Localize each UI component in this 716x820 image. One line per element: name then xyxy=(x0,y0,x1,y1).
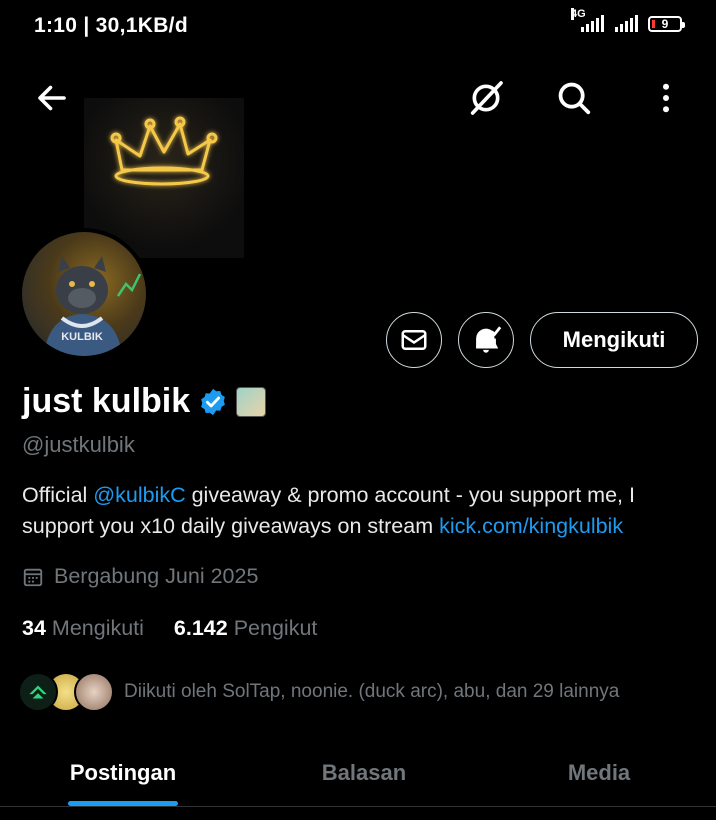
tab-label: Media xyxy=(567,760,631,785)
profile-tabs: Postingan Balasan Media xyxy=(0,740,716,806)
network-type-label: 4G xyxy=(571,8,586,20)
joined-text: Bergabung Juni 2025 xyxy=(54,564,259,588)
joined-date: Bergabung Juni 2025 xyxy=(22,564,258,589)
battery-level: 9 xyxy=(661,17,669,31)
avatar[interactable]: KULBIK xyxy=(18,228,150,360)
arrow-left-icon xyxy=(38,85,66,111)
bell-check-icon xyxy=(476,326,502,353)
bio-mention-link[interactable]: @kulbikC xyxy=(93,483,185,507)
avatar-image: KULBIK xyxy=(44,256,142,356)
mute-button[interactable] xyxy=(466,78,506,118)
notify-button[interactable] xyxy=(458,312,514,368)
tab-label: Postingan xyxy=(69,760,177,785)
more-vertical-icon xyxy=(663,83,669,113)
search-button[interactable] xyxy=(554,78,594,118)
signal-4g-icon: 4G xyxy=(571,8,605,32)
bio-url-link[interactable]: kick.com/kingkulbik xyxy=(439,514,623,538)
following-stat[interactable]: 34 Mengikuti xyxy=(22,616,144,641)
follow-stats: 34 Mengikuti 6.142 Pengikut xyxy=(22,616,317,641)
followers-label: Pengikut xyxy=(233,616,318,640)
soltap-logo-icon xyxy=(29,685,47,699)
bio: Official @kulbikC giveaway & promo accou… xyxy=(22,480,712,542)
message-button[interactable] xyxy=(386,312,442,368)
back-button[interactable] xyxy=(32,78,72,118)
tab-media[interactable]: Media xyxy=(482,740,716,806)
bio-text-prefix: Official xyxy=(22,483,94,507)
display-name: just kulbik xyxy=(22,382,191,420)
tab-balasan[interactable]: Balasan xyxy=(246,740,482,806)
status-icons: 4G 9 xyxy=(571,8,685,32)
display-name-row: just kulbik xyxy=(22,382,267,421)
followed-by-row[interactable]: Diikuti oleh SolTap, noonie. (duck arc),… xyxy=(18,672,619,712)
handle: @justkulbik xyxy=(22,432,135,457)
envelope-icon xyxy=(401,330,427,350)
search-icon xyxy=(558,82,591,115)
followers-stat[interactable]: 6.142 Pengikut xyxy=(174,616,317,641)
battery-icon: 9 xyxy=(648,16,685,32)
verified-badge-icon[interactable] xyxy=(198,387,228,417)
tab-label: Balasan xyxy=(321,760,407,785)
status-time: 1:10 | 30,1KB/d xyxy=(34,14,188,37)
affiliate-badge-icon[interactable] xyxy=(236,386,267,417)
tabs-divider xyxy=(0,806,716,807)
calendar-icon xyxy=(23,568,43,586)
signal-icon xyxy=(615,14,638,32)
following-button[interactable]: Mengikuti xyxy=(530,312,698,368)
followed-by-text: Diikuti oleh SolTap, noonie. (duck arc),… xyxy=(124,681,620,702)
follower-avatar xyxy=(18,672,58,712)
following-count: 34 xyxy=(22,616,46,640)
mute-icon xyxy=(470,81,503,115)
more-button[interactable] xyxy=(646,78,686,118)
tab-postingan[interactable]: Postingan xyxy=(0,740,246,806)
followers-count: 6.142 xyxy=(173,616,228,640)
avatar-caption: KULBIK xyxy=(61,331,103,343)
following-label: Mengikuti xyxy=(51,616,144,640)
follower-avatars xyxy=(18,672,114,712)
follower-avatar xyxy=(74,672,114,712)
